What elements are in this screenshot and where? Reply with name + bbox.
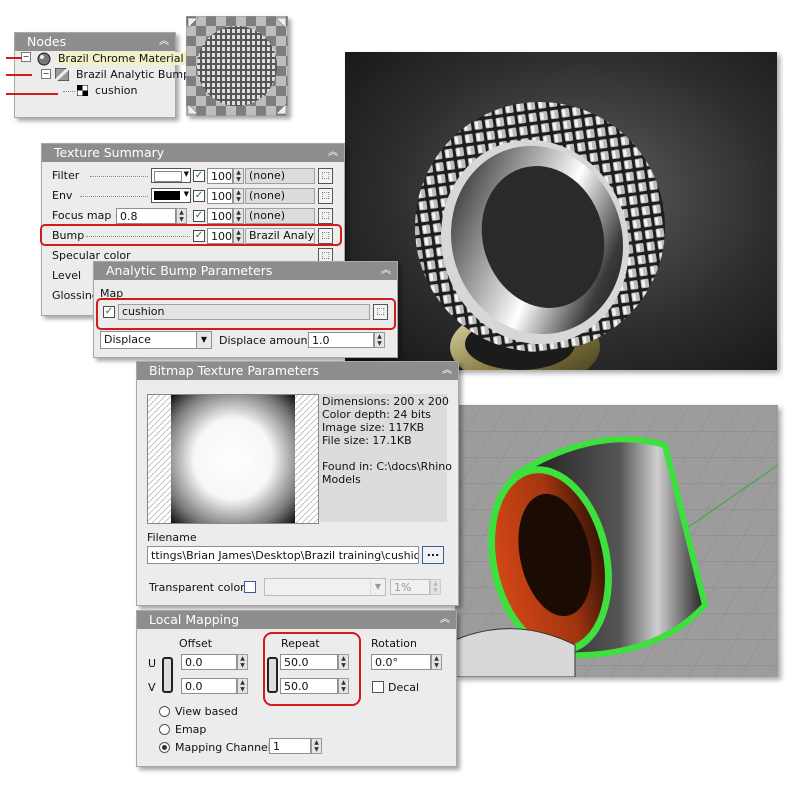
v-label: V [148,681,156,694]
chain-link-icon[interactable] [162,657,173,693]
displace-amount-label: Displace amount: [219,334,316,347]
focus-map-map[interactable]: (none) [245,208,315,224]
decal-label: Decal [388,681,420,694]
map-button-icon[interactable]: ⬚ [318,168,333,184]
filter-map[interactable]: (none) [245,168,315,184]
displace-amount-field[interactable]: 1.0 [308,332,374,348]
collapse-icon[interactable]: ︽ [440,611,450,629]
node-expander-2[interactable]: − [41,69,51,79]
filename-label: Filename [147,531,197,544]
env-label: Env [52,189,73,202]
spin-icon[interactable]: ▲ ▼ [233,208,244,224]
glossiness-label: Glossine [52,289,99,302]
nodes-title-bar: Nodes ︽ [15,33,175,51]
chrome-ring-render [345,52,777,370]
view-based-radio[interactable] [159,706,170,717]
mapping-channel-label: Mapping Channel [175,741,271,754]
mapping-channel-radio[interactable] [159,742,170,753]
chevron-down-icon[interactable]: ▼ [196,332,211,348]
spin-icon[interactable]: ▲ ▼ [176,208,187,224]
map-button-icon[interactable]: ⬚ [318,188,333,204]
analytic-bump-title-bar: Analytic Bump Parameters ︽ [94,262,397,280]
nodes-title: Nodes [27,34,67,49]
focus-map-value[interactable]: 0.8 [116,208,176,224]
node-item-analytic-bump[interactable]: Brazil Analytic Bump [76,68,190,81]
wireframe-ring-render [455,405,778,677]
sphere-icon [37,52,51,66]
repeat-highlight [263,632,361,706]
filename-field[interactable]: ttings\Brian James\Desktop\Brazil traini… [147,546,419,564]
transparent-color-label: Transparent color [149,581,245,594]
local-mapping-title-bar: Local Mapping ︽ [137,611,456,629]
collapse-icon[interactable]: ︽ [381,262,391,280]
focus-map-checkbox[interactable]: ✓ [193,210,205,222]
spin-icon[interactable]: ▲ ▼ [374,332,385,348]
collapse-icon[interactable]: ︽ [328,144,338,162]
spin-icon[interactable]: ▲ ▼ [430,579,441,595]
mapping-channel-field[interactable]: 1 [269,738,311,754]
node-item-cushion[interactable]: cushion [95,84,137,97]
texture-summary-title-bar: Texture Summary ︽ [42,144,344,162]
nodes-panel: Nodes ︽ − Brazil Chrome Material 0 − Braz… [14,32,196,118]
spin-icon[interactable]: ▲ ▼ [431,654,442,670]
analytic-bump-title: Analytic Bump Parameters [106,263,273,278]
offset-label: Offset [179,637,213,650]
env-map[interactable]: (none) [245,188,315,204]
node-expander-1[interactable]: − [21,52,31,62]
node-item-chrome-material[interactable]: Brazil Chrome Material 0 [57,52,196,65]
spin-icon[interactable]: ▲ ▼ [233,168,244,184]
checker-icon [77,85,88,96]
filter-color-swatch[interactable]: ▼ [151,168,191,183]
mode-select[interactable]: Displace ▼ [100,331,212,349]
color-depth-text: Color depth: 24 bits [322,408,432,421]
u-label: U [148,657,157,670]
file-size-text: File size: 17.1KB [322,434,412,447]
view-based-label: View based [175,705,238,718]
rotation-field[interactable]: 0.0° [371,654,431,670]
filter-label: Filter [52,169,80,182]
env-color-swatch[interactable]: ▼ [151,188,191,203]
texture-summary-title: Texture Summary [54,145,165,160]
found-in-text: Found in: C:\docs\Rhino [322,460,452,473]
browse-button[interactable]: ... [422,546,444,564]
bump-highlight [40,224,342,246]
rotation-label: Rotation [371,637,418,650]
transparent-color-select[interactable]: ▼ [264,578,386,596]
dimensions-text: Dimensions: 200 x 200 [322,395,449,408]
bitmap-texture-panel: Bitmap Texture Parameters ︽ Dimensions: 2… [136,361,459,606]
bitmap-texture-title-bar: Bitmap Texture Parameters ︽ [137,362,458,380]
offset-v-field[interactable]: 0.0 [181,678,237,694]
focus-map-label: Focus map [52,209,112,222]
collapse-icon[interactable]: ︽ [159,33,169,51]
filter-amount[interactable]: 100 [207,168,233,184]
spin-icon[interactable]: ▲ ▼ [233,188,244,204]
transparent-color-checkbox[interactable] [244,581,256,593]
level-label: Level [52,269,82,282]
filter-checkbox[interactable]: ✓ [193,170,205,182]
map-button-icon[interactable]: ⬚ [318,208,333,224]
bitmap-texture-title: Bitmap Texture Parameters [149,363,319,378]
transparent-pct-field[interactable]: 1% [390,579,430,595]
chevron-down-icon[interactable]: ▼ [370,579,385,595]
emap-radio[interactable] [159,724,170,735]
bump-icon [55,68,69,81]
offset-u-field[interactable]: 0.0 [181,654,237,670]
decal-checkbox[interactable] [372,681,384,693]
mode-select-value: Displace [104,333,151,346]
spin-icon[interactable]: ▲ ▼ [311,738,322,754]
env-amount[interactable]: 100 [207,188,233,204]
spin-icon[interactable]: ▲ ▼ [237,654,248,670]
spin-icon[interactable]: ▲ ▼ [237,678,248,694]
emap-label: Emap [175,723,207,736]
material-preview [185,15,289,117]
bitmap-preview [147,394,319,524]
map-highlight [96,298,396,330]
image-size-text: Image size: 117KB [322,421,425,434]
found-in-text-2: Models [322,473,361,486]
collapse-icon[interactable]: ︽ [442,362,452,380]
local-mapping-title: Local Mapping [149,612,240,627]
focus-map-amount[interactable]: 100 [207,208,233,224]
env-checkbox[interactable]: ✓ [193,190,205,202]
